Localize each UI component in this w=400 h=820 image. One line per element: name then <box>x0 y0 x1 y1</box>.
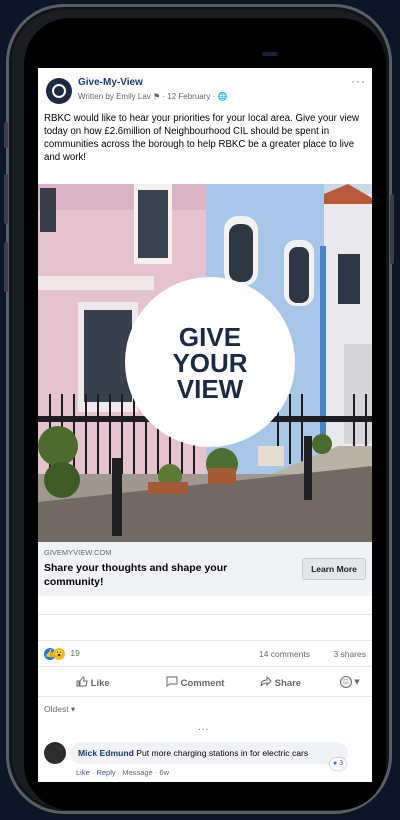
comment-like-link[interactable]: Like <box>76 768 90 777</box>
power-button <box>390 194 394 264</box>
comment-count[interactable]: 14 comments <box>259 649 310 659</box>
wow-reaction-icon: 😮 <box>53 648 65 660</box>
link-domain: GIVEMYVIEW.COM <box>44 548 112 557</box>
post-image[interactable]: GIVE YOUR VIEW <box>38 184 372 542</box>
comment-message-link[interactable]: Message <box>122 768 152 777</box>
comment-text: Put more charging stations in for electr… <box>136 748 309 758</box>
facebook-post: Give-My-View Written by Emily Lav ⚑ · 12… <box>38 68 372 782</box>
phone-bezel: Give-My-View Written by Emily Lav ⚑ · 12… <box>24 18 386 810</box>
learn-more-button[interactable]: Learn More <box>302 558 366 580</box>
terraced-houses-photo: GIVE YOUR VIEW <box>38 184 372 542</box>
reaction-selector-arrow: ▾ <box>354 676 360 688</box>
share-icon <box>260 675 272 687</box>
post-text: RBKC would like to hear your priorities … <box>44 113 359 163</box>
volume-up-button <box>4 174 8 224</box>
reaction-count[interactable]: 19 <box>70 648 79 658</box>
divider <box>38 614 372 615</box>
reaction-summary: 👍😮 19 14 comments 3 shares <box>44 648 366 662</box>
comment-bubble: Mick Edmund Put more charging stations i… <box>70 742 348 764</box>
badge-line-3: VIEW <box>177 374 244 404</box>
comment-author[interactable]: Mick Edmund <box>78 748 134 758</box>
more-options-icon[interactable]: ··· <box>351 74 366 88</box>
share-count[interactable]: 3 shares <box>333 649 366 659</box>
thumbs-up-icon <box>76 676 88 687</box>
comment-actions: Like · Reply · Message · 6w <box>76 768 169 777</box>
volume-down-button <box>4 242 8 292</box>
like-label: Like <box>90 678 110 689</box>
link-preview[interactable]: GIVEMYVIEW.COM Share your thoughts and s… <box>38 542 372 596</box>
share-label: Share <box>274 678 302 689</box>
like-button[interactable]: Like <box>76 676 110 689</box>
comment-label: Comment <box>180 678 225 689</box>
commenter-avatar[interactable] <box>44 742 66 764</box>
comment-sort-dropdown[interactable]: Oldest ▾ <box>44 704 75 715</box>
post-meta: Written by Emily Lav ⚑ · 12 February · 🌐 <box>78 92 228 101</box>
phone-frame: Give-My-View Written by Emily Lav ⚑ · 12… <box>4 4 394 814</box>
post-header: Give-My-View Written by Emily Lav ⚑ · 12… <box>38 68 372 112</box>
page-name-link[interactable]: Give-My-View <box>78 77 143 88</box>
divider <box>38 666 372 667</box>
share-button[interactable]: Share <box>260 675 302 689</box>
comment-button[interactable]: Comment <box>166 676 224 689</box>
comment-reaction-badge[interactable]: ● 3 <box>330 758 347 770</box>
comment-age: 6w <box>159 768 169 777</box>
like-reaction-icon: ● <box>333 760 338 767</box>
front-camera <box>262 52 278 56</box>
reaction-selector[interactable]: ☺ ▾ <box>340 676 359 688</box>
comment-reply-link[interactable]: Reply <box>96 768 115 777</box>
page-avatar[interactable] <box>46 78 72 104</box>
comment-reaction-count: 3 <box>339 760 344 767</box>
action-bar: Like Comment Share ☺ ▾ <box>38 672 372 694</box>
divider <box>38 696 372 697</box>
divider <box>38 640 372 641</box>
comment-icon <box>166 676 178 687</box>
smiley-icon: ☺ <box>340 676 352 688</box>
more-comments-link[interactable]: ... <box>198 722 209 733</box>
mute-switch <box>4 122 8 148</box>
link-title[interactable]: Share your thoughts and shape your commu… <box>44 561 274 589</box>
